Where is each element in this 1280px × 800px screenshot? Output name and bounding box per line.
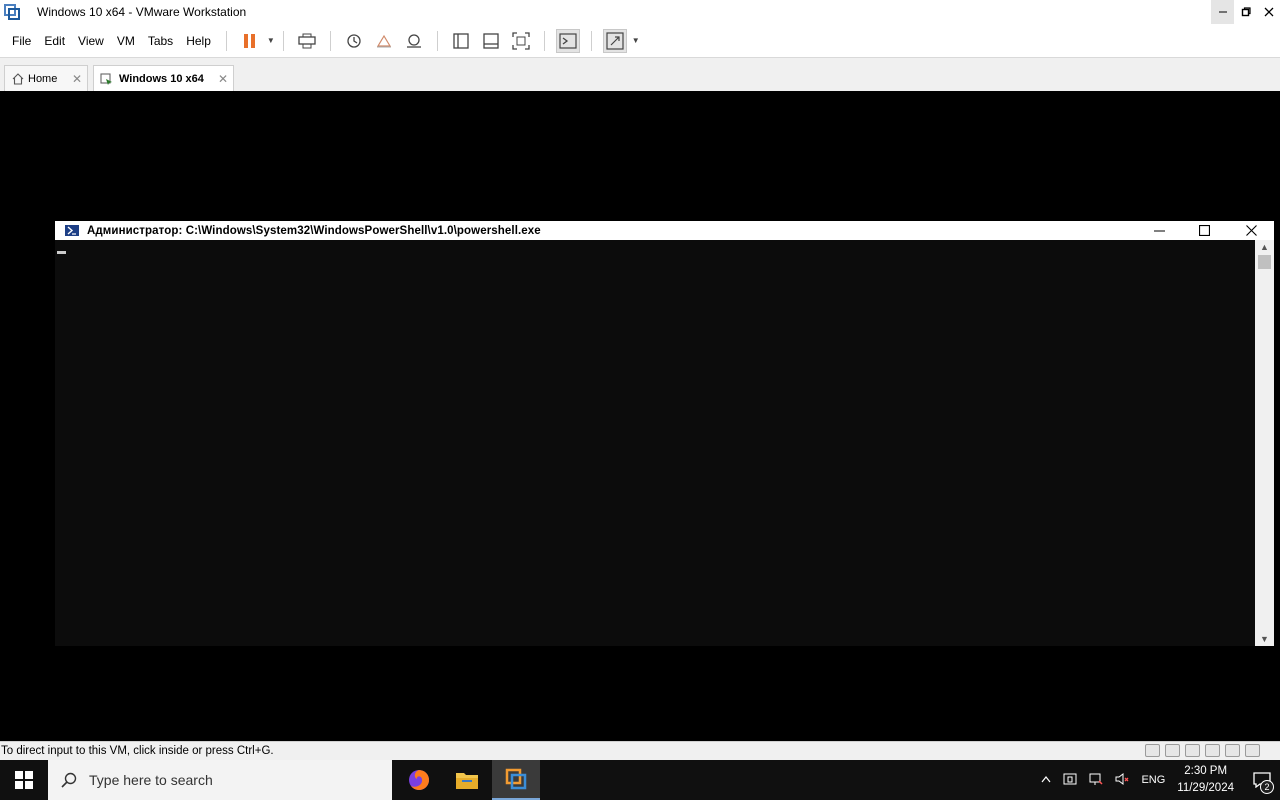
- cd-dvd-icon[interactable]: [1165, 744, 1180, 757]
- toolbar-separator: [329, 30, 331, 51]
- usb-icon[interactable]: [1205, 744, 1220, 757]
- tab-vm-label: Windows 10 x64: [119, 73, 204, 85]
- snapshot-take-icon[interactable]: [342, 29, 366, 53]
- toolbar-separator: [436, 30, 438, 51]
- tab-bar: Home ✕ Windows 10 x64 ✕: [0, 57, 1280, 92]
- stretch-dropdown-icon[interactable]: ▼: [632, 36, 640, 45]
- close-button[interactable]: [1257, 0, 1280, 24]
- ps-minimize-button[interactable]: [1139, 221, 1179, 240]
- tab-home[interactable]: Home ✕: [4, 65, 88, 92]
- tab-vm-close-icon[interactable]: ✕: [218, 72, 228, 86]
- clock-date: 11/29/2024: [1177, 782, 1234, 794]
- menu-help[interactable]: Help: [180, 34, 217, 48]
- pause-icon[interactable]: [238, 29, 262, 53]
- thumbnail-bar-icon[interactable]: [479, 29, 503, 53]
- vm-console[interactable]: Администратор: C:\Windows\System32\Windo…: [0, 91, 1280, 741]
- toolbar-separator: [282, 30, 284, 51]
- stretch-guest-icon[interactable]: [602, 28, 627, 53]
- notification-badge: 2: [1260, 780, 1274, 794]
- snapshot-revert-icon[interactable]: [372, 29, 396, 53]
- send-ctrl-alt-del-icon[interactable]: [295, 29, 319, 53]
- language-indicator[interactable]: ENG: [1141, 774, 1165, 786]
- tab-windows-10-x64[interactable]: Windows 10 x64 ✕: [93, 65, 234, 92]
- menu-tabs[interactable]: Tabs: [142, 34, 179, 48]
- vmware-title-bar: Windows 10 x64 - VMware Workstation: [0, 0, 1280, 24]
- clock[interactable]: 2:30 PM 11/29/2024: [1177, 763, 1234, 797]
- status-message: To direct input to this VM, click inside…: [1, 745, 274, 757]
- message-log-icon[interactable]: [1245, 744, 1260, 757]
- window-title: Windows 10 x64 - VMware Workstation: [37, 5, 247, 19]
- console-view-icon[interactable]: [555, 28, 580, 53]
- minimize-button[interactable]: [1211, 0, 1234, 24]
- home-icon: [12, 73, 24, 85]
- scroll-up-arrow-icon[interactable]: ▲: [1255, 240, 1274, 254]
- menu-toolbar: File Edit View VM Tabs Help ▼ ▼: [0, 24, 1280, 57]
- vm-icon: [100, 72, 113, 86]
- tab-home-close-icon[interactable]: ✕: [72, 72, 82, 86]
- vmware-icon[interactable]: [492, 760, 540, 800]
- snapshot-manager-icon[interactable]: [402, 29, 426, 53]
- vmware-app-icon: [4, 4, 20, 20]
- search-placeholder: Type here to search: [89, 772, 213, 788]
- windows-security-icon[interactable]: [1063, 772, 1077, 789]
- firefox-icon[interactable]: [395, 760, 443, 800]
- tab-home-label: Home: [28, 73, 58, 85]
- network-icon[interactable]: [1089, 772, 1103, 789]
- scroll-down-arrow-icon[interactable]: ▼: [1255, 632, 1274, 646]
- taskbar: Type here to search ENG 2:30 PM 11/29/20…: [0, 760, 1280, 800]
- search-icon: [61, 772, 77, 788]
- volume-muted-icon[interactable]: [1115, 772, 1129, 789]
- notification-center-icon[interactable]: 2: [1244, 760, 1280, 800]
- powershell-icon: [65, 225, 79, 236]
- network-adapter-icon[interactable]: [1185, 744, 1200, 757]
- system-tray: ENG 2:30 PM 11/29/2024 2: [1035, 760, 1280, 800]
- toolbar-separator: [225, 30, 227, 51]
- clock-time: 2:30 PM: [1184, 765, 1228, 777]
- taskbar-search-box[interactable]: Type here to search: [48, 760, 392, 800]
- restore-button[interactable]: [1234, 0, 1257, 24]
- powershell-title: Администратор: C:\Windows\System32\Windo…: [87, 224, 541, 237]
- powershell-scrollbar[interactable]: ▲ ▼: [1255, 240, 1274, 646]
- powershell-title-bar[interactable]: Администратор: C:\Windows\System32\Windo…: [55, 221, 1274, 240]
- powershell-window[interactable]: Администратор: C:\Windows\System32\Windo…: [55, 221, 1274, 646]
- hard-disk-icon[interactable]: [1145, 744, 1160, 757]
- toolbar-separator: [590, 30, 592, 51]
- powershell-console[interactable]: [55, 240, 1255, 646]
- vmware-status-bar: To direct input to this VM, click inside…: [0, 741, 1280, 760]
- toolbar-separator: [543, 30, 545, 51]
- menu-edit[interactable]: Edit: [38, 34, 71, 48]
- start-button[interactable]: [0, 760, 48, 800]
- file-explorer-icon[interactable]: [443, 760, 491, 800]
- show-hidden-icons-icon[interactable]: [1041, 774, 1051, 786]
- scrollbar-thumb[interactable]: [1258, 255, 1271, 269]
- library-icon[interactable]: [449, 29, 473, 53]
- ps-maximize-button[interactable]: [1184, 221, 1224, 240]
- pause-dropdown-icon[interactable]: ▼: [267, 36, 275, 45]
- windows-logo-icon: [15, 771, 33, 789]
- ps-close-button[interactable]: [1231, 221, 1271, 240]
- sound-card-icon[interactable]: [1225, 744, 1240, 757]
- menu-view[interactable]: View: [72, 34, 110, 48]
- menu-vm[interactable]: VM: [111, 34, 141, 48]
- full-screen-icon[interactable]: [509, 29, 533, 53]
- menu-file[interactable]: File: [6, 34, 37, 48]
- text-cursor: [57, 251, 66, 254]
